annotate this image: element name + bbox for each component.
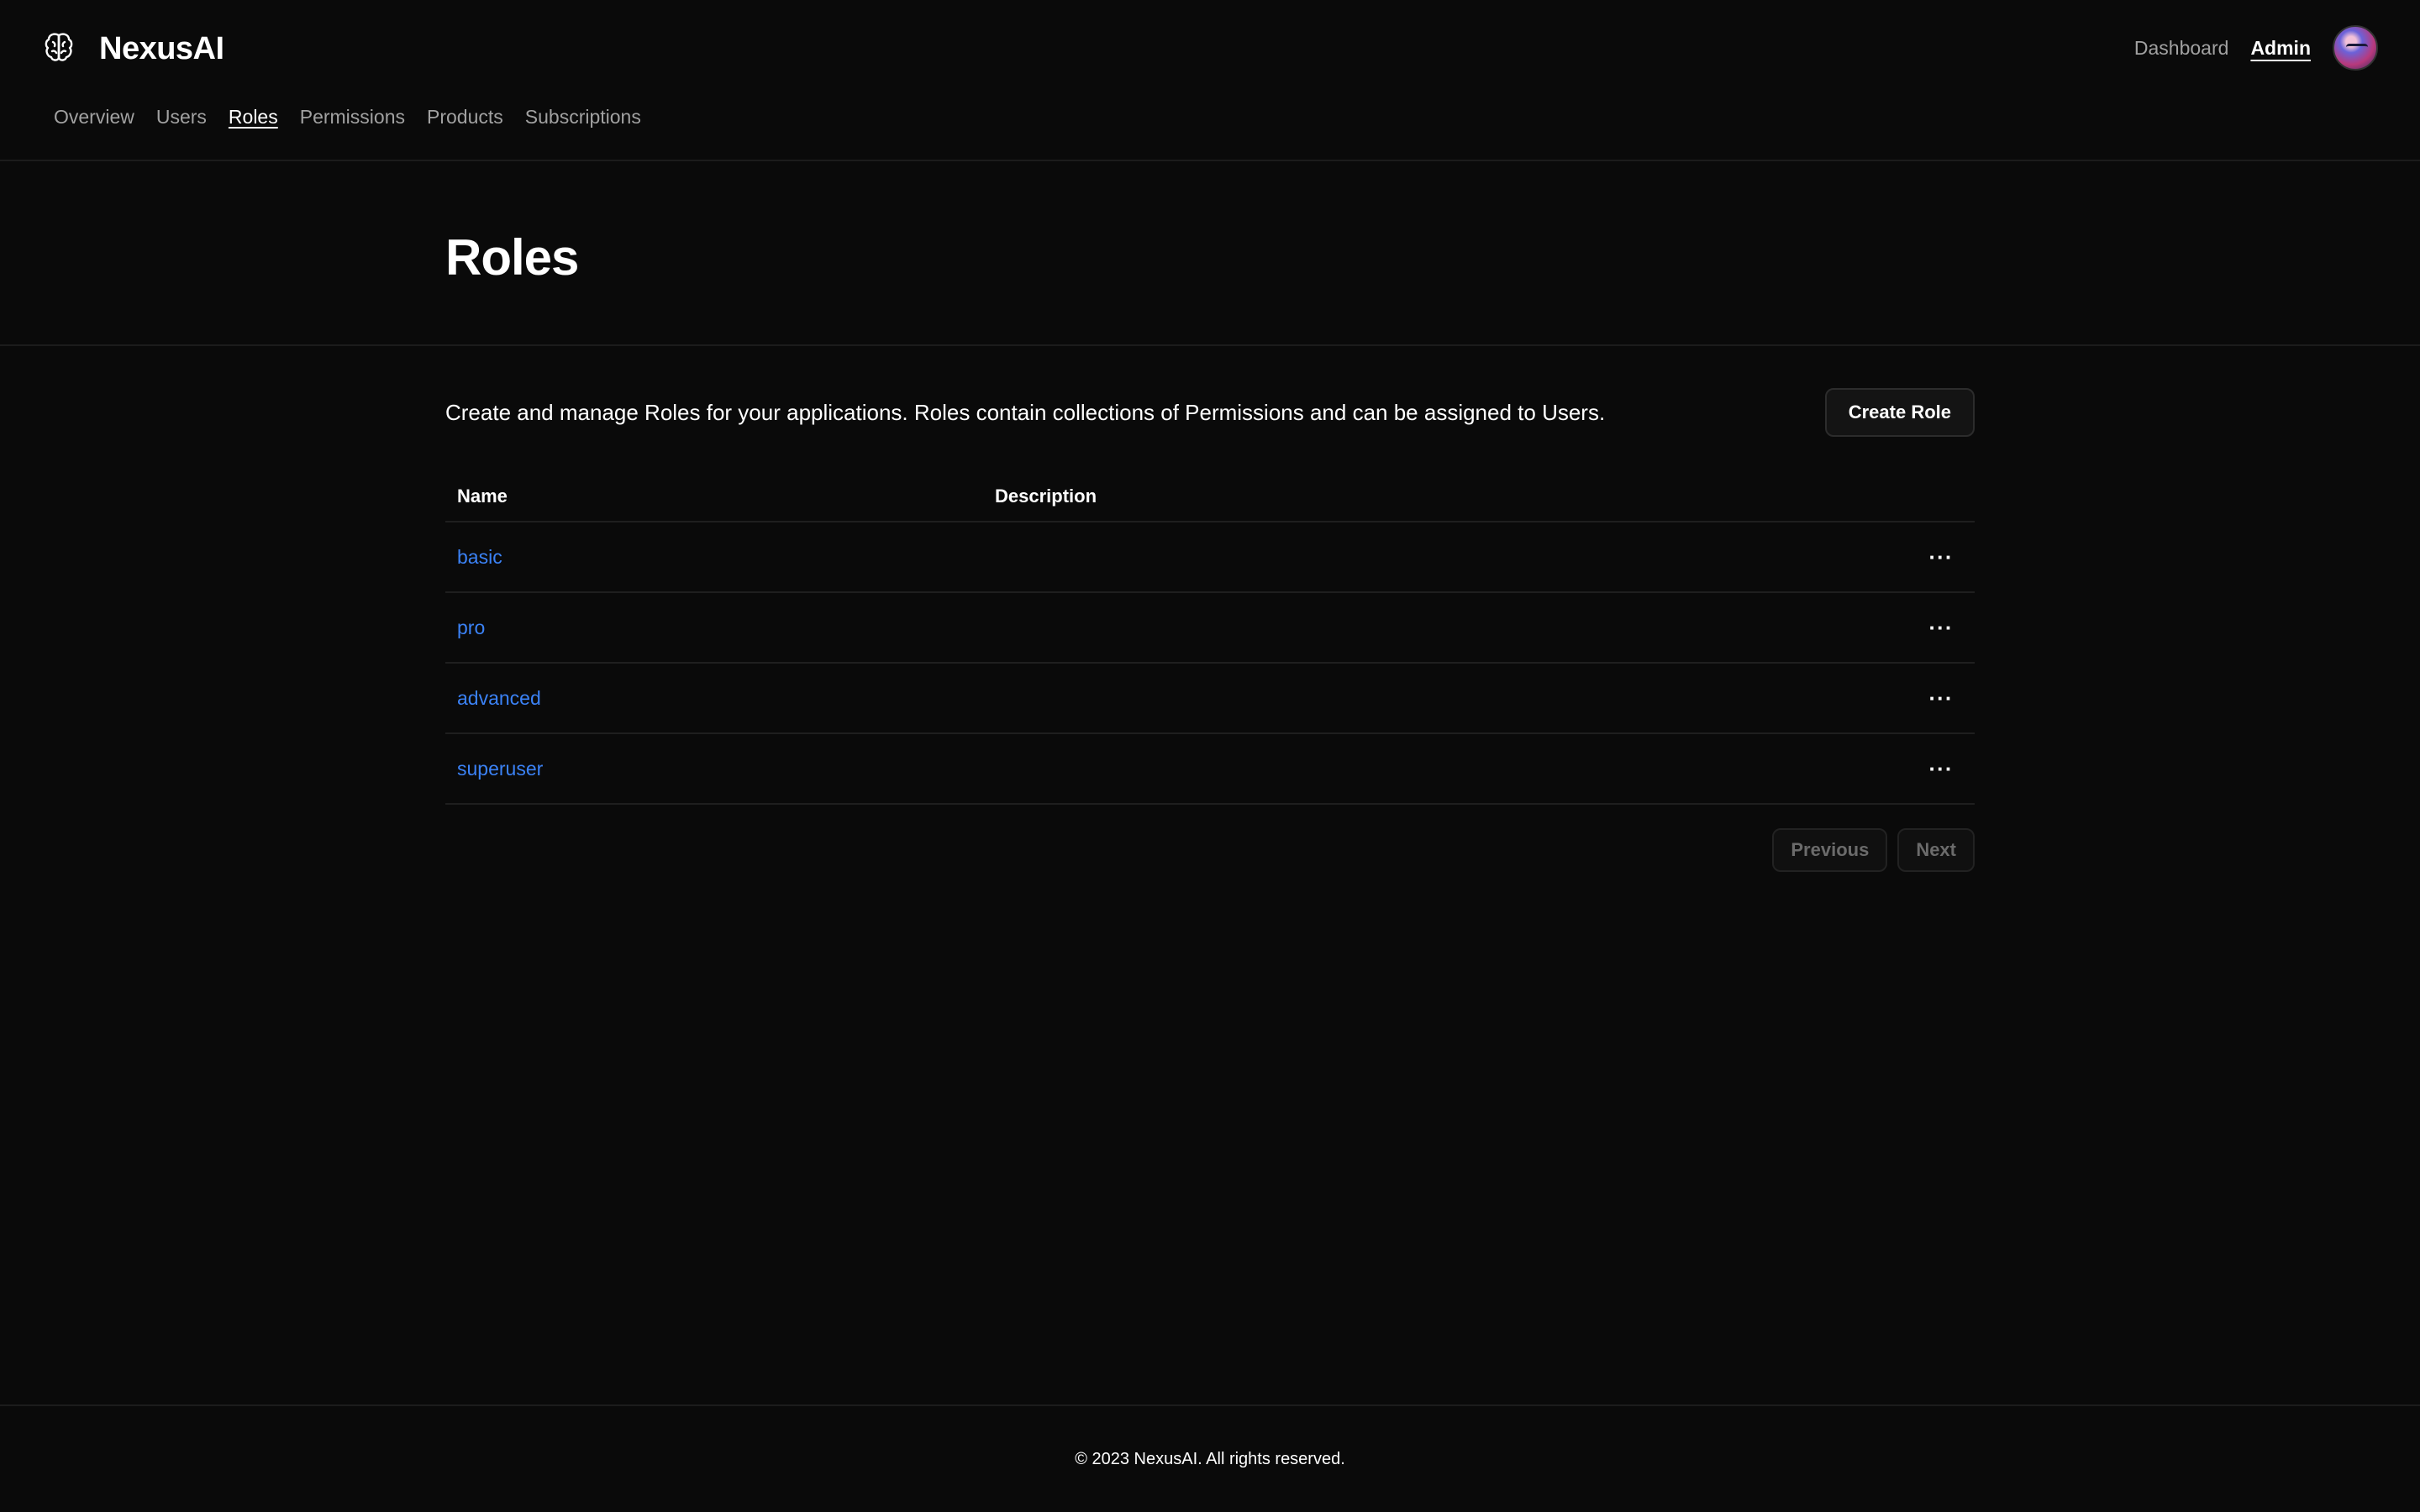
brand-name: NexusAI bbox=[99, 30, 224, 66]
role-link-pro[interactable]: pro bbox=[457, 617, 485, 638]
column-header-description: Description bbox=[995, 486, 1097, 507]
copyright-text: © 2023 NexusAI. All rights reserved. bbox=[1075, 1449, 1345, 1468]
dashboard-link[interactable]: Dashboard bbox=[2134, 37, 2229, 60]
avatar[interactable] bbox=[2333, 25, 2378, 71]
previous-button[interactable]: Previous bbox=[1772, 828, 1888, 872]
role-link-basic[interactable]: basic bbox=[457, 546, 502, 568]
pagination: Previous Next bbox=[1772, 828, 1975, 872]
intro-row: Create and manage Roles for your applica… bbox=[445, 388, 1975, 437]
more-horizontal-icon[interactable]: ··· bbox=[1924, 685, 1958, 711]
tab-permissions[interactable]: Permissions bbox=[300, 106, 405, 129]
tab-overview[interactable]: Overview bbox=[54, 106, 134, 129]
table-row: basic ··· bbox=[445, 522, 1975, 593]
table-row: advanced ··· bbox=[445, 664, 1975, 734]
brain-icon bbox=[42, 30, 76, 68]
more-horizontal-icon[interactable]: ··· bbox=[1924, 615, 1958, 640]
role-link-superuser[interactable]: superuser bbox=[457, 758, 543, 780]
avatar-image bbox=[2346, 44, 2368, 50]
footer: © 2023 NexusAI. All rights reserved. bbox=[0, 1404, 2420, 1512]
column-header-name: Name bbox=[457, 486, 508, 507]
page-title: Roles bbox=[445, 229, 579, 286]
create-role-button[interactable]: Create Role bbox=[1824, 388, 1975, 437]
table-row: pro ··· bbox=[445, 593, 1975, 664]
tab-subscriptions[interactable]: Subscriptions bbox=[525, 106, 641, 129]
next-button[interactable]: Next bbox=[1897, 828, 1975, 872]
admin-link[interactable]: Admin bbox=[2250, 37, 2311, 60]
tab-products[interactable]: Products bbox=[427, 106, 503, 129]
top-navigation: NexusAI Overview Users Roles Permissions… bbox=[0, 0, 2420, 161]
page-description: Create and manage Roles for your applica… bbox=[445, 399, 1606, 425]
table-header: Name Description bbox=[445, 472, 1975, 522]
admin-tabs: Overview Users Roles Permissions Product… bbox=[54, 106, 641, 129]
more-horizontal-icon[interactable]: ··· bbox=[1924, 756, 1958, 781]
roles-table: Name Description basic ··· pro ··· advan… bbox=[445, 472, 1975, 805]
tab-users[interactable]: Users bbox=[156, 106, 207, 129]
role-link-advanced[interactable]: advanced bbox=[457, 687, 541, 709]
table-row: superuser ··· bbox=[445, 734, 1975, 805]
more-horizontal-icon[interactable]: ··· bbox=[1924, 544, 1958, 570]
page-header: Roles bbox=[0, 161, 2420, 346]
brand[interactable]: NexusAI bbox=[42, 30, 224, 67]
tab-roles[interactable]: Roles bbox=[229, 106, 278, 129]
top-right-nav: Dashboard Admin bbox=[2134, 25, 2378, 71]
